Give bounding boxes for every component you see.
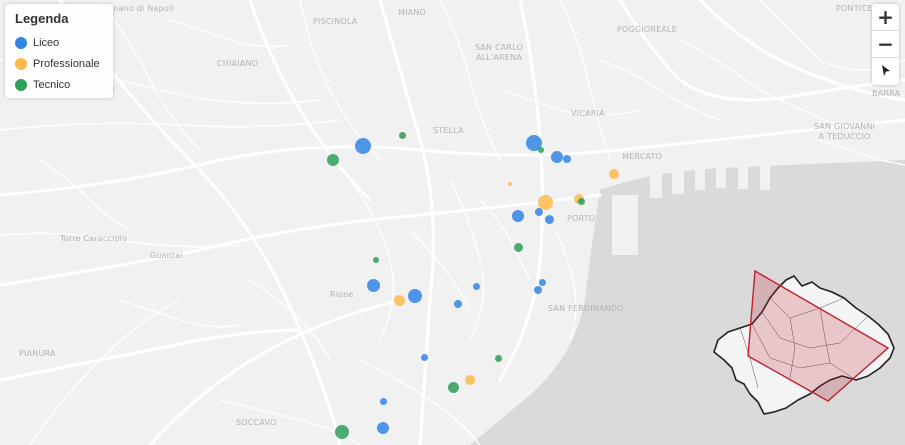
school-marker[interactable] xyxy=(494,354,502,362)
school-marker[interactable] xyxy=(420,353,428,361)
place-label: CHIAIANO xyxy=(217,59,259,68)
professionale-swatch xyxy=(15,57,27,70)
school-marker[interactable] xyxy=(366,278,380,292)
school-marker[interactable] xyxy=(538,147,544,153)
legend-item-tecnico: Tecnico xyxy=(15,74,103,95)
place-label: PISCINOLA xyxy=(313,17,358,26)
inset-minimap[interactable] xyxy=(710,268,900,418)
school-marker[interactable] xyxy=(335,425,349,439)
school-marker[interactable] xyxy=(534,286,542,294)
school-marker[interactable] xyxy=(512,210,524,222)
place-label: SAN FERDINANDO xyxy=(548,304,624,313)
place-label: Rione xyxy=(330,290,354,299)
cursor-arrow-icon xyxy=(881,65,890,76)
place-label: PONTICE xyxy=(836,4,873,13)
place-label: STELLA xyxy=(433,126,464,135)
legend-title: Legenda xyxy=(15,11,69,26)
school-marker[interactable] xyxy=(472,282,480,290)
zoom-in-button[interactable]: + xyxy=(872,4,899,31)
place-label: MIANO xyxy=(398,8,427,17)
map-legend: Legenda Liceo Professionale Tecnico xyxy=(5,4,113,98)
school-marker[interactable] xyxy=(513,242,523,252)
place-label: VICARIA xyxy=(571,109,605,118)
school-marker[interactable] xyxy=(355,138,371,154)
school-marker[interactable] xyxy=(454,300,462,308)
place-label: BARRA xyxy=(872,89,901,98)
legend-item-liceo: Liceo xyxy=(15,32,103,53)
school-marker[interactable] xyxy=(508,182,512,186)
map-canvas[interactable]: gnano di Napoli PISCINOLA MIANO CHIAIANO… xyxy=(0,0,905,445)
school-marker[interactable] xyxy=(465,375,475,385)
school-marker[interactable] xyxy=(538,278,546,286)
legend-label: Liceo xyxy=(33,36,60,49)
place-label: PORTO xyxy=(567,214,596,223)
place-label: MERCATO xyxy=(622,152,663,161)
legend-label: Professionale xyxy=(33,57,100,70)
liceo-swatch xyxy=(15,36,27,49)
place-label: SAN GIOVANNI A TEDUCCIO xyxy=(814,122,876,141)
school-marker[interactable] xyxy=(379,397,387,405)
school-marker[interactable] xyxy=(563,155,571,163)
place-label: Torre Caracciolo xyxy=(60,234,128,243)
reset-view-button[interactable] xyxy=(872,58,899,85)
place-label: SAN CARLO ALL'ARENA xyxy=(475,43,524,62)
legend-item-professionale: Professionale xyxy=(15,53,103,74)
school-marker[interactable] xyxy=(373,257,379,263)
school-marker[interactable] xyxy=(377,422,389,434)
tecnico-swatch xyxy=(15,78,27,91)
school-marker[interactable] xyxy=(551,151,563,163)
place-label: POGGIOREALE xyxy=(617,25,677,34)
school-marker[interactable] xyxy=(408,289,422,303)
school-marker[interactable] xyxy=(544,214,554,224)
school-marker[interactable] xyxy=(398,131,406,139)
school-marker[interactable] xyxy=(609,169,619,179)
legend-label: Tecnico xyxy=(33,78,71,91)
zoom-out-button[interactable]: − xyxy=(872,31,899,58)
school-marker[interactable] xyxy=(447,381,459,393)
zoom-control: + − xyxy=(872,4,899,85)
place-label: Guantai xyxy=(150,251,183,260)
place-label: gnano di Napoli xyxy=(108,4,174,13)
place-label: SOCCAVO xyxy=(236,418,277,427)
place-label: PIANURA xyxy=(19,349,56,358)
school-marker[interactable] xyxy=(535,208,543,216)
school-marker[interactable] xyxy=(577,197,585,205)
school-marker[interactable] xyxy=(393,294,405,306)
school-marker[interactable] xyxy=(327,154,339,166)
